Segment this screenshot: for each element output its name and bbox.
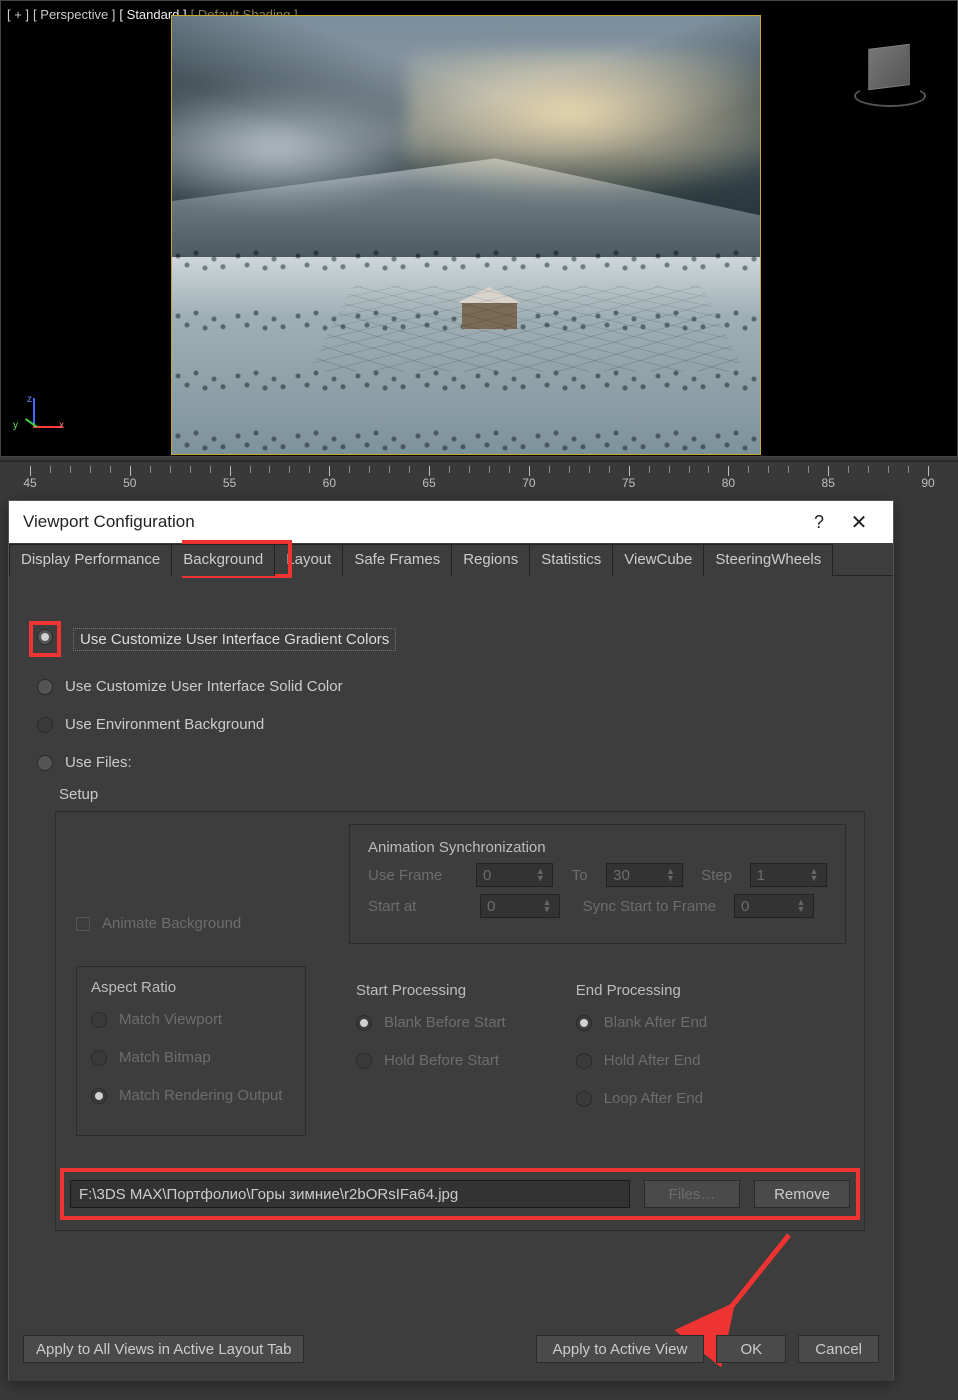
ruler-label: 75 <box>622 476 635 490</box>
radio-environment-bg[interactable]: Use Environment Background <box>37 710 865 739</box>
tab-statistics[interactable]: Statistics <box>529 544 613 576</box>
end-processing-group: End Processing Blank After End Hold Afte… <box>576 982 707 1122</box>
help-button[interactable]: ? <box>799 512 839 533</box>
tab-regions[interactable]: Regions <box>451 544 530 576</box>
start-processing-group: Start Processing Blank Before Start Hold… <box>356 982 506 1122</box>
ok-button[interactable]: OK <box>716 1335 786 1363</box>
radio-dot-icon <box>576 1053 592 1069</box>
radio-solid-label: Use Customize User Interface Solid Color <box>65 678 343 695</box>
aspect-match-viewport[interactable]: Match Viewport <box>91 1005 291 1034</box>
aspect-ratio-group: Aspect Ratio Match Viewport Match Bitmap… <box>76 966 306 1136</box>
dialog-title: Viewport Configuration <box>23 512 195 532</box>
annotation-highlight-radio <box>29 621 61 657</box>
ruler-label: 45 <box>23 476 36 490</box>
dialog-tabs: Display PerformanceBackgroundLayoutSafe … <box>9 543 893 576</box>
axis-gizmo: z x y <box>15 398 63 446</box>
endproc-hold[interactable]: Hold After End <box>576 1046 707 1075</box>
sync-input[interactable]: 0▲▼ <box>734 894 814 918</box>
axis-x-label: x <box>59 420 64 431</box>
axis-z-label: z <box>27 394 32 405</box>
animation-sync-group: Animation Synchronization Use Frame 0▲▼ … <box>349 824 846 944</box>
viewcube[interactable] <box>851 41 929 119</box>
dialog-footer: Apply to All Views in Active Layout Tab … <box>9 1323 893 1381</box>
cancel-button[interactable]: Cancel <box>798 1335 879 1363</box>
checkbox-icon <box>76 917 90 931</box>
close-button[interactable]: ✕ <box>839 510 879 535</box>
radio-dot-icon <box>91 1012 107 1028</box>
startproc-hold[interactable]: Hold Before Start <box>356 1046 506 1075</box>
use-frame-input[interactable]: 0▲▼ <box>476 863 553 887</box>
annotation-highlight-path <box>60 1168 860 1220</box>
aspect-match-render[interactable]: Match Rendering Output <box>91 1081 291 1110</box>
endproc-title: End Processing <box>576 982 707 999</box>
radio-dot-icon <box>91 1050 107 1066</box>
apply-active-button[interactable]: Apply to Active View <box>536 1335 705 1363</box>
to-input[interactable]: 30▲▼ <box>606 863 683 887</box>
radio-dot-icon <box>37 755 53 771</box>
axis-y-label: y <box>13 420 18 431</box>
radio-dot-icon <box>37 717 53 733</box>
viewport-menu-view[interactable]: [ Perspective ] <box>33 7 115 22</box>
ruler-label: 60 <box>323 476 336 490</box>
start-at-label: Start at <box>368 898 468 915</box>
radio-dot-icon <box>37 679 53 695</box>
setup-label: Setup <box>59 786 865 803</box>
startproc-title: Start Processing <box>356 982 506 999</box>
tab-display-performance[interactable]: Display Performance <box>9 544 172 576</box>
radio-use-files[interactable]: Use Files: <box>37 748 865 777</box>
ruler-label: 50 <box>123 476 136 490</box>
start-at-input[interactable]: 0▲▼ <box>480 894 560 918</box>
to-label: To <box>565 867 594 884</box>
viewport-background-image <box>171 15 761 455</box>
apply-all-button[interactable]: Apply to All Views in Active Layout Tab <box>23 1335 304 1363</box>
use-frame-label: Use Frame <box>368 867 464 884</box>
radio-solid-color[interactable]: Use Customize User Interface Solid Color <box>37 672 865 701</box>
animate-bg-label: Animate Background <box>102 915 241 932</box>
viewport-menu-plus[interactable]: [ + ] <box>7 7 29 22</box>
ruler-label: 55 <box>223 476 236 490</box>
radio-gradient-label: Use Customize User Interface Gradient Co… <box>73 628 396 651</box>
radio-dot-icon <box>91 1088 107 1104</box>
radio-gradient-colors[interactable]: Use Customize User Interface Gradient Co… <box>37 615 865 663</box>
viewport-area: [ + ] [ Perspective ] [ Standard ] [ Def… <box>0 0 958 490</box>
radio-dot-icon <box>576 1015 592 1031</box>
viewport[interactable]: [ + ] [ Perspective ] [ Standard ] [ Def… <box>0 0 958 457</box>
aspect-match-bitmap[interactable]: Match Bitmap <box>91 1043 291 1072</box>
step-label: Step <box>695 867 737 884</box>
radio-files-label: Use Files: <box>65 754 132 771</box>
ruler-label: 70 <box>522 476 535 490</box>
ruler-label: 85 <box>822 476 835 490</box>
radio-dot-icon <box>356 1053 372 1069</box>
startproc-blank[interactable]: Blank Before Start <box>356 1008 506 1037</box>
animsync-title: Animation Synchronization <box>368 839 827 856</box>
dialog-titlebar[interactable]: Viewport Configuration ? ✕ <box>9 501 893 543</box>
radio-env-label: Use Environment Background <box>65 716 264 733</box>
tab-steeringwheels[interactable]: SteeringWheels <box>703 544 833 576</box>
sync-label: Sync Start to Frame <box>572 898 722 915</box>
animate-background-checkbox[interactable]: Animate Background <box>76 915 306 932</box>
radio-dot-icon <box>356 1015 372 1031</box>
ruler-label: 80 <box>722 476 735 490</box>
tab-safe-frames[interactable]: Safe Frames <box>342 544 452 576</box>
tab-background[interactable]: Background <box>171 544 275 576</box>
endproc-blank[interactable]: Blank After End <box>576 1008 707 1037</box>
ruler-label: 90 <box>921 476 934 490</box>
endproc-loop[interactable]: Loop After End <box>576 1084 707 1113</box>
aspect-title: Aspect Ratio <box>91 979 291 996</box>
viewport-configuration-dialog: Viewport Configuration ? ✕ Display Perfo… <box>8 500 894 1380</box>
radio-dot-icon <box>37 629 53 645</box>
ruler-label: 65 <box>422 476 435 490</box>
radio-dot-icon <box>576 1091 592 1107</box>
ground-grid <box>309 286 745 372</box>
tab-viewcube[interactable]: ViewCube <box>612 544 704 576</box>
step-input[interactable]: 1▲▼ <box>750 863 827 887</box>
timeline-ruler[interactable]: 45 50 55 60 65 70 75 80 85 90 <box>0 460 958 490</box>
setup-group: Animation Synchronization Use Frame 0▲▼ … <box>55 811 865 1231</box>
